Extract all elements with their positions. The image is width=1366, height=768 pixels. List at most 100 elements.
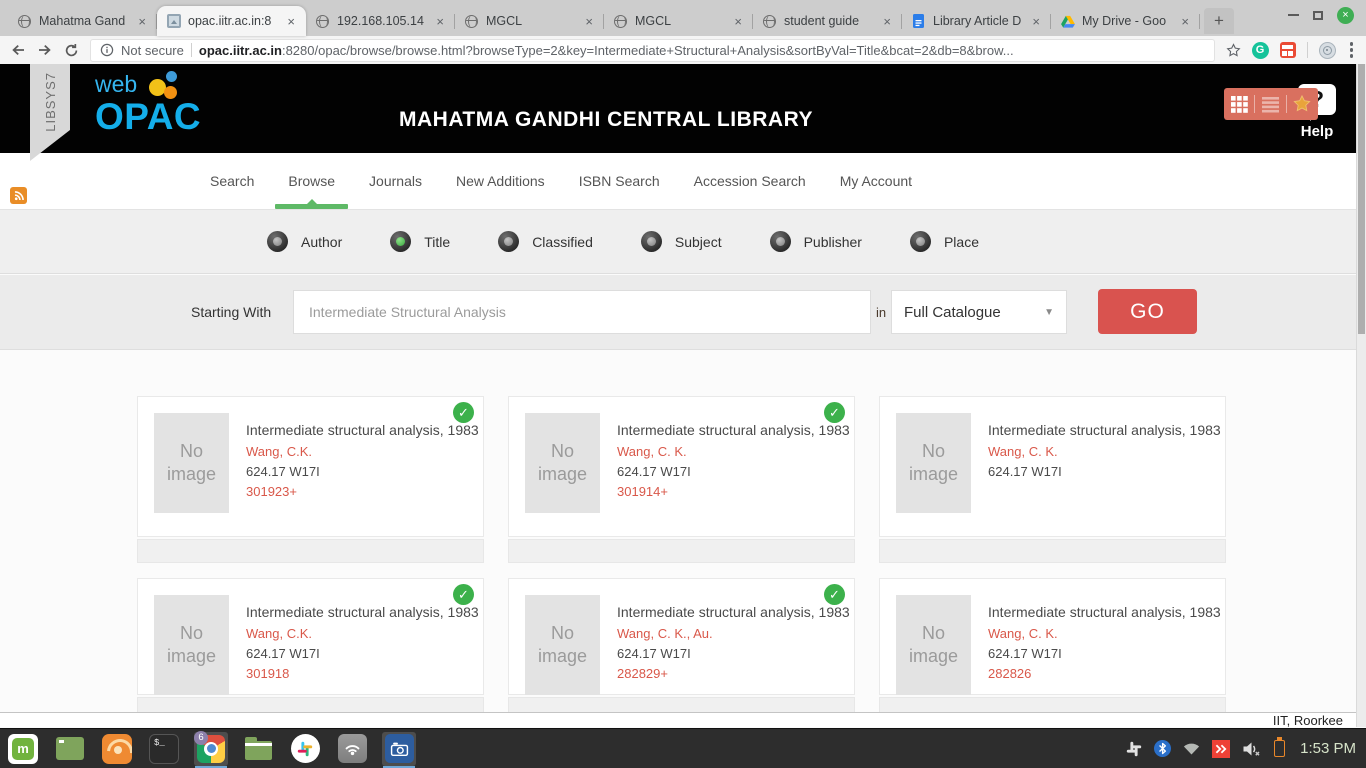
tab-close-icon[interactable]: × bbox=[434, 14, 446, 29]
restore-button[interactable] bbox=[1313, 11, 1323, 20]
radio-place[interactable]: Place bbox=[910, 231, 979, 252]
result-author[interactable]: Wang, C. K., Au. bbox=[617, 626, 838, 641]
libsys-ribbon: LIBSYS7 bbox=[30, 64, 70, 161]
result-card[interactable]: NoimageIntermediate structural analysis,… bbox=[879, 396, 1226, 563]
result-accession-number[interactable]: 282826 bbox=[988, 666, 1209, 681]
new-tab-button[interactable]: + bbox=[1204, 8, 1234, 34]
slack-tray-icon[interactable] bbox=[1126, 741, 1142, 757]
webopac-logo[interactable]: web OPAC bbox=[95, 73, 201, 135]
grid-view-icon[interactable] bbox=[1231, 96, 1248, 113]
grammarly-extension-icon[interactable]: G bbox=[1252, 42, 1269, 59]
tab-close-icon[interactable]: × bbox=[136, 14, 148, 29]
nav-item-search[interactable]: Search bbox=[208, 153, 256, 209]
result-card[interactable]: NoimageIntermediate structural analysis,… bbox=[137, 396, 484, 563]
radio-author[interactable]: Author bbox=[267, 231, 342, 252]
browser-tab[interactable]: MGCL× bbox=[455, 6, 604, 36]
forward-button[interactable] bbox=[37, 42, 53, 58]
radio-title[interactable]: Title bbox=[390, 231, 450, 252]
catalogue-select[interactable]: Full Catalogue ▼ bbox=[891, 290, 1067, 334]
browser-tab[interactable]: Library Article D× bbox=[902, 6, 1051, 36]
no-image-line: No bbox=[551, 622, 574, 645]
list-view-icon[interactable] bbox=[1262, 96, 1279, 113]
mint-menu-icon[interactable]: m bbox=[6, 732, 40, 766]
tab-close-icon[interactable]: × bbox=[881, 14, 893, 29]
taskbar-clock[interactable]: 1:53 PM bbox=[1300, 740, 1356, 757]
window-controls: × bbox=[1288, 7, 1366, 30]
no-image-line: No bbox=[180, 622, 203, 645]
result-card[interactable]: NoimageIntermediate structural analysis,… bbox=[508, 396, 855, 563]
bookmark-star-button[interactable] bbox=[1226, 43, 1241, 58]
browser-tab[interactable]: 192.168.105.14× bbox=[306, 6, 455, 36]
nav-item-isbn-search[interactable]: ISBN Search bbox=[577, 153, 662, 209]
scrollbar-thumb[interactable] bbox=[1358, 64, 1365, 334]
screenshot-tool-icon[interactable] bbox=[382, 732, 416, 766]
result-author[interactable]: Wang, C. K. bbox=[617, 444, 838, 459]
close-window-button[interactable]: × bbox=[1337, 7, 1354, 24]
result-accession-number[interactable]: 301923+ bbox=[246, 484, 467, 499]
nav-item-accession-search[interactable]: Accession Search bbox=[692, 153, 808, 209]
slack-icon[interactable] bbox=[288, 732, 322, 766]
info-icon[interactable] bbox=[100, 43, 114, 57]
bluetooth-icon[interactable] bbox=[1154, 740, 1171, 757]
lens-extension-icon[interactable] bbox=[1319, 42, 1336, 59]
tab-close-icon[interactable]: × bbox=[732, 14, 744, 29]
result-card[interactable]: NoimageIntermediate structural analysis,… bbox=[508, 578, 855, 712]
result-card-body: NoimageIntermediate structural analysis,… bbox=[879, 578, 1226, 695]
result-author[interactable]: Wang, C. K. bbox=[988, 626, 1209, 641]
favorites-star-icon[interactable] bbox=[1293, 95, 1311, 113]
browser-tab[interactable]: My Drive - Goo× bbox=[1051, 6, 1200, 36]
tab-close-icon[interactable]: × bbox=[1179, 14, 1191, 29]
rss-icon[interactable] bbox=[10, 187, 27, 204]
browser-tab[interactable]: opac.iitr.ac.in:8× bbox=[157, 6, 306, 36]
terminal-icon[interactable]: $_ bbox=[147, 732, 181, 766]
result-author[interactable]: Wang, C.K. bbox=[246, 444, 467, 459]
result-accession-number[interactable]: 301918 bbox=[246, 666, 467, 681]
volume-muted-icon[interactable] bbox=[1242, 741, 1262, 757]
battery-icon[interactable] bbox=[1274, 740, 1285, 757]
browser-menu-button[interactable] bbox=[1347, 42, 1357, 58]
globe-icon bbox=[17, 14, 32, 29]
no-image-line: No bbox=[922, 440, 945, 463]
result-author[interactable]: Wang, C. K. bbox=[988, 444, 1209, 459]
result-card[interactable]: NoimageIntermediate structural analysis,… bbox=[137, 578, 484, 712]
go-button[interactable]: GO bbox=[1098, 289, 1197, 334]
radio-button-icon bbox=[910, 231, 931, 252]
firefox-icon[interactable] bbox=[100, 732, 134, 766]
globe-icon bbox=[613, 14, 628, 29]
refresh-button[interactable] bbox=[64, 43, 79, 58]
nav-item-journals[interactable]: Journals bbox=[367, 153, 424, 209]
nav-item-browse[interactable]: Browse bbox=[286, 153, 337, 209]
result-author[interactable]: Wang, C.K. bbox=[246, 626, 467, 641]
result-accession-number[interactable]: 301914+ bbox=[617, 484, 838, 499]
show-desktop-icon[interactable] bbox=[53, 732, 87, 766]
address-bar[interactable]: Not secure opac.iitr.ac.in:8280/opac/bro… bbox=[90, 39, 1215, 62]
taskbar-apps: m $_ 6 bbox=[6, 732, 416, 766]
tab-close-icon[interactable]: × bbox=[285, 14, 297, 29]
back-button[interactable] bbox=[10, 42, 26, 58]
radio-classified[interactable]: Classified bbox=[498, 231, 593, 252]
anydesk-icon[interactable] bbox=[1212, 740, 1230, 758]
tab-close-icon[interactable]: × bbox=[1030, 14, 1042, 29]
browser-tab[interactable]: student guide× bbox=[753, 6, 902, 36]
network-settings-icon[interactable] bbox=[335, 732, 369, 766]
no-image-placeholder: Noimage bbox=[525, 595, 600, 695]
wifi-icon[interactable] bbox=[1183, 742, 1200, 755]
table-capture-extension-icon[interactable] bbox=[1280, 42, 1296, 58]
tab-close-icon[interactable]: × bbox=[583, 14, 595, 29]
search-input[interactable] bbox=[293, 290, 871, 334]
result-card[interactable]: NoimageIntermediate structural analysis,… bbox=[879, 578, 1226, 712]
chrome-icon[interactable]: 6 bbox=[194, 732, 228, 766]
radio-publisher[interactable]: Publisher bbox=[770, 231, 862, 252]
browser-tab[interactable]: Mahatma Gand× bbox=[8, 6, 157, 36]
radio-label: Place bbox=[944, 234, 979, 250]
minimize-button[interactable] bbox=[1288, 14, 1299, 16]
results-row: NoimageIntermediate structural analysis,… bbox=[137, 578, 1226, 712]
browser-tab[interactable]: MGCL× bbox=[604, 6, 753, 36]
radio-subject[interactable]: Subject bbox=[641, 231, 722, 252]
radio-label: Author bbox=[301, 234, 342, 250]
nav-item-new-additions[interactable]: New Additions bbox=[454, 153, 547, 209]
file-manager-icon[interactable] bbox=[241, 732, 275, 766]
help-label: Help bbox=[1292, 123, 1342, 140]
nav-item-my-account[interactable]: My Account bbox=[838, 153, 914, 209]
result-accession-number[interactable]: 282829+ bbox=[617, 666, 838, 681]
